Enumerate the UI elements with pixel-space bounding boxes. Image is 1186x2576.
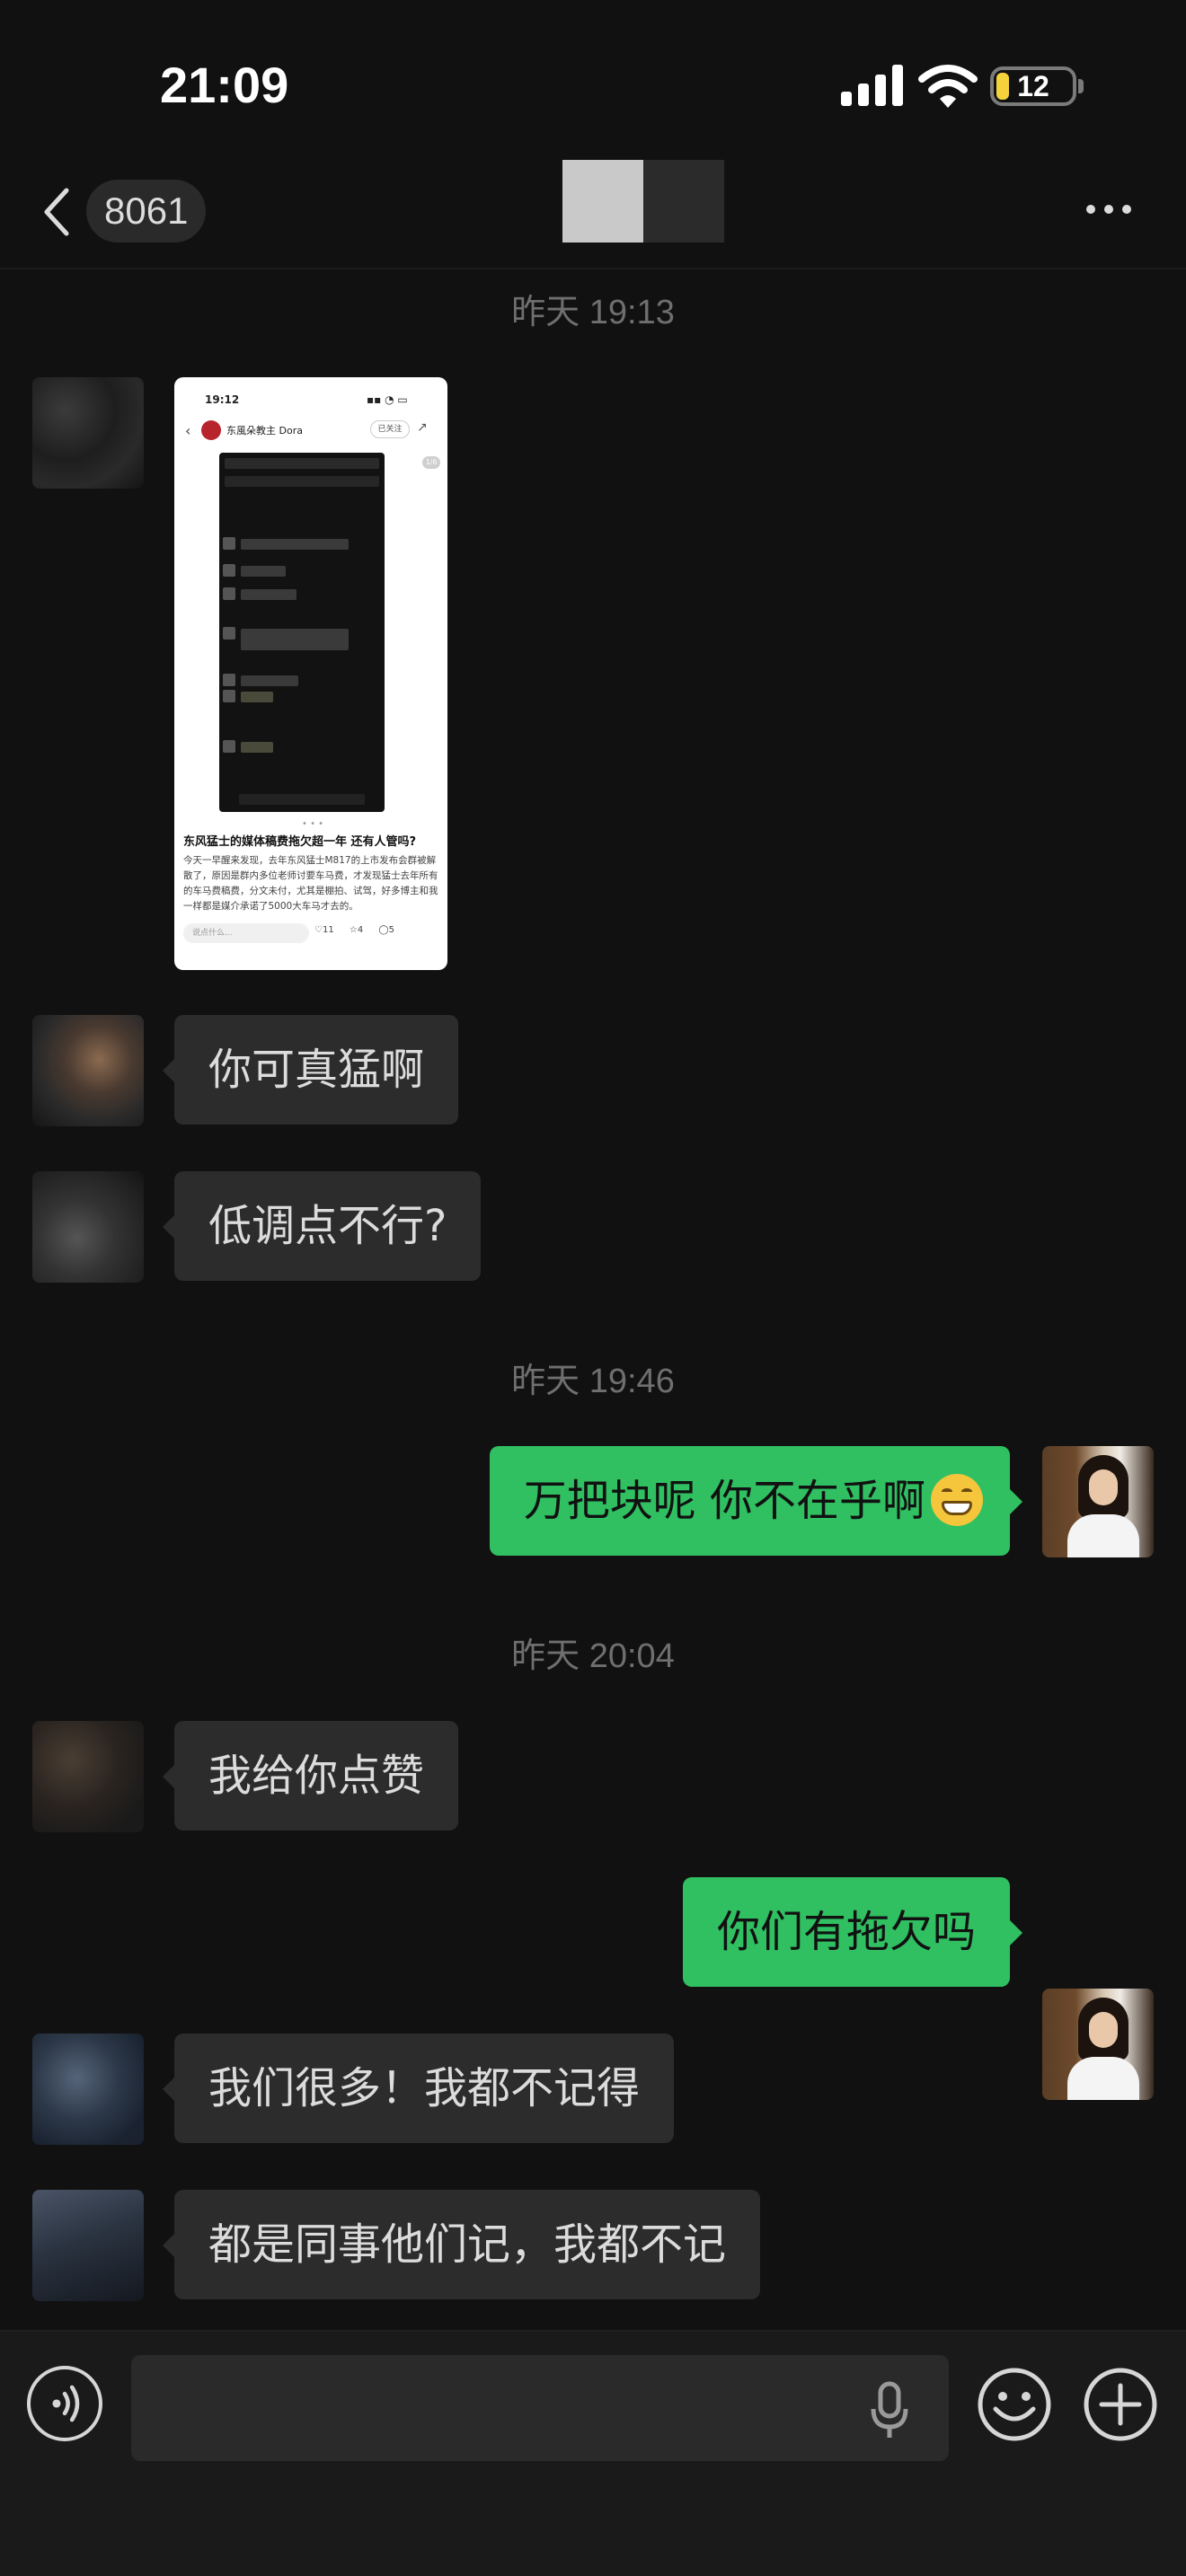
battery-indicator: 12	[990, 66, 1076, 106]
bubble-tail	[163, 1058, 175, 1083]
chat-title-redacted	[562, 160, 724, 243]
screenshot-status-icons: ▪▪ ◔ ▭	[367, 393, 408, 406]
comments-count: 5	[388, 925, 394, 935]
message-timestamp: 昨天 20:04	[511, 1637, 675, 1675]
message-bubble-outgoing[interactable]: 万把块呢 你不在乎啊	[489, 1446, 1010, 1556]
message-bubble-incoming[interactable]: 低调点不行?	[174, 1171, 482, 1281]
signal-bars-icon	[841, 65, 903, 106]
bubble-tail	[163, 2077, 175, 2102]
message-text: 万把块呢 你不在乎啊	[523, 1476, 925, 1526]
avatar[interactable]	[1042, 1446, 1154, 1557]
screenshot-carousel-dots: • • •	[302, 819, 324, 829]
bubble-tail	[163, 2233, 175, 2258]
message-bubble-outgoing[interactable]: 你们有拖欠吗	[682, 1877, 1010, 1987]
screenshot-back-icon: ‹	[185, 422, 191, 439]
avatar[interactable]	[32, 1015, 144, 1126]
message-bubble-incoming[interactable]: 都是同事他们记，我都不记	[174, 2190, 761, 2299]
heart-icon: ♡	[314, 925, 323, 935]
emoji-smile-icon[interactable]	[976, 2366, 1053, 2443]
screenshot-follow-badge: 已关注	[370, 420, 410, 438]
screenshot-body: 今天一早醒来发现，去年东风猛士M817的上市发布会群被解散了，原因是群内多位老师…	[183, 855, 438, 912]
likes-count: 11	[322, 925, 334, 935]
screenshot-author-name: 东風朵教主 Dora	[226, 425, 303, 437]
screenshot-page-indicator: 1/6	[422, 456, 440, 469]
ellipsis-icon[interactable]	[1082, 196, 1136, 223]
screenshot-author-avatar	[201, 420, 221, 440]
microphone-icon[interactable]	[863, 2378, 916, 2441]
chevron-left-icon[interactable]	[40, 185, 75, 239]
battery-percent: 12	[1017, 70, 1049, 102]
status-time: 21:09	[160, 57, 289, 113]
avatar[interactable]	[32, 1721, 144, 1832]
bubble-tail	[163, 1764, 175, 1789]
screenshot-headline: 东风猛士的媒体稿费拖欠超一年 还有人管吗?	[183, 835, 417, 849]
screenshot-comment-field: 说点什么...	[183, 923, 309, 943]
message-bubble-incoming[interactable]: 我们很多！我都不记得	[174, 2033, 675, 2143]
screenshot-engagement-stats: ♡11 ☆4 ◯5	[314, 925, 394, 935]
message-timestamp: 昨天 19:13	[511, 294, 675, 331]
avatar[interactable]	[32, 377, 144, 489]
wifi-icon	[918, 65, 978, 108]
comment-icon: ◯	[378, 925, 389, 935]
image-message[interactable]: 19:12 ▪▪ ◔ ▭ ‹ 东風朵教主 Dora 已关注 ↗ 1/6 • • …	[174, 377, 447, 970]
message-bubble-incoming[interactable]: 我给你点赞	[174, 1721, 459, 1831]
voice-mode-icon[interactable]	[27, 2366, 102, 2441]
avatar[interactable]	[1042, 1989, 1154, 2100]
favorites-count: 4	[357, 925, 364, 935]
unread-count-badge[interactable]: 8061	[86, 180, 207, 243]
bubble-tail	[163, 1214, 175, 1239]
star-icon: ☆	[349, 925, 358, 935]
plus-circle-icon[interactable]	[1082, 2366, 1159, 2443]
grinning-emoji-icon	[931, 1474, 983, 1526]
message-input[interactable]	[131, 2355, 949, 2461]
message-bubble-incoming[interactable]: 你可真猛啊	[174, 1015, 459, 1125]
battery-tip	[1078, 79, 1084, 93]
avatar[interactable]	[32, 2190, 144, 2301]
screenshot-status-time: 19:12	[205, 393, 240, 406]
message-timestamp: 昨天 19:46	[511, 1363, 675, 1400]
avatar[interactable]	[32, 2033, 144, 2145]
avatar[interactable]	[32, 1171, 144, 1283]
bubble-tail	[1010, 1489, 1022, 1514]
chat-screen: 21:09 12 8061 昨天 19:13 19:12 ▪▪ ◔ ▭ ‹ 东風…	[0, 0, 1186, 2576]
screenshot-share-icon: ↗	[417, 420, 428, 435]
bubble-tail	[1010, 1920, 1022, 1945]
screenshot-inner-chat	[219, 453, 385, 812]
